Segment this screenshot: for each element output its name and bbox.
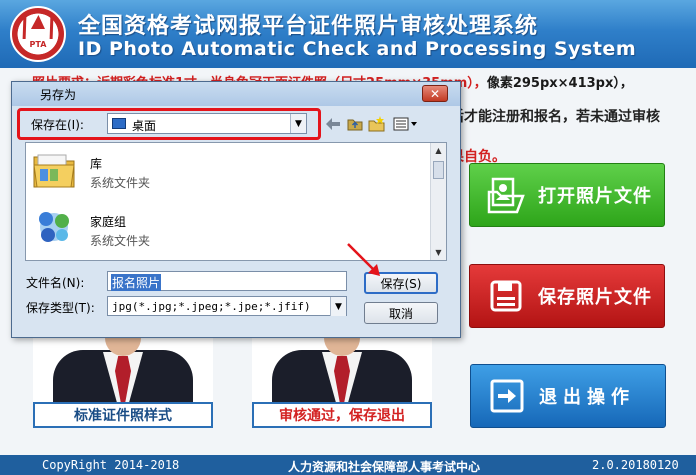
scroll-down-icon[interactable]: ▼ [431, 245, 446, 260]
exit-arrow-icon [487, 376, 527, 416]
passed-photo-caption: 审核通过，保存退出 [252, 402, 432, 428]
save-photo-label: 保存照片文件 [538, 287, 652, 308]
logo-text: PTA [29, 40, 47, 49]
standard-photo-sample [33, 330, 213, 402]
file-type-label: 保存类型(T): [26, 301, 95, 315]
open-photo-button[interactable]: 打开照片文件 [469, 163, 665, 227]
scroll-thumb[interactable] [433, 161, 444, 179]
new-folder-icon[interactable] [368, 115, 386, 133]
version-text: 2.0.20180120 [592, 458, 679, 472]
file-type: 系统文件夹 [90, 176, 151, 190]
save-in-value: 桌面 [132, 119, 157, 133]
chevron-down-icon[interactable]: ▼ [330, 297, 346, 316]
file-name-label: 文件名(N): [26, 276, 85, 290]
file-list-scrollbar[interactable]: ▲ ▼ [430, 143, 446, 260]
scroll-up-icon[interactable]: ▲ [431, 143, 446, 158]
save-disk-icon [486, 276, 526, 316]
pixel-requirement: 像素295px×413px）， [486, 76, 633, 91]
up-folder-icon[interactable] [346, 115, 364, 133]
save-in-dropdown[interactable]: 桌面 ▼ [107, 113, 307, 134]
logo-mark [22, 17, 54, 39]
library-folder-icon [32, 147, 76, 191]
app-title-en: ID Photo Automatic Check and Processing … [78, 38, 637, 60]
dialog-close-button[interactable]: ✕ [422, 85, 448, 102]
dialog-cancel-button[interactable]: 取消 [364, 302, 438, 324]
desktop-icon [112, 118, 126, 129]
app-header: PTA 全国资格考试网报平台证件照片审核处理系统 ID Photo Automa… [0, 0, 696, 68]
save-photo-button[interactable]: 保存照片文件 [469, 264, 665, 328]
status-footer: CopyRight 2014-2018 人力资源和社会保障部人事考试中心 2.0… [0, 455, 696, 475]
copyright-text: CopyRight 2014-2018 [42, 458, 180, 472]
file-type: 系统文件夹 [90, 234, 151, 248]
exit-label: 退出操作 [539, 387, 635, 408]
list-item-library[interactable]: 库 系统文件夹 [32, 147, 412, 195]
file-type-value: jpg(*.jpg;*.jpeg;*.jpe;*.jfif) [112, 300, 311, 313]
notice-text: 后才能注册和报名，若未通过审核 [450, 109, 660, 125]
homegroup-icon [32, 205, 76, 249]
save-as-dialog: 另存为 ✕ 保存在(I): 桌面 ▼ 库 系统文件夹 家庭组 系统文件夹 ▲ ▼… [11, 81, 461, 338]
open-file-icon [486, 175, 526, 215]
file-type-dropdown[interactable]: jpg(*.jpg;*.jpeg;*.jpe;*.jfif) ▼ [107, 296, 347, 316]
save-in-label: 保存在(I): [31, 118, 84, 132]
dialog-titlebar[interactable]: 另存为 ✕ [12, 82, 460, 106]
app-title-cn: 全国资格考试网报平台证件照片审核处理系统 [78, 14, 539, 39]
open-photo-label: 打开照片文件 [538, 186, 652, 207]
standard-photo-caption: 标准证件照样式 [33, 402, 213, 428]
exit-button[interactable]: 退出操作 [470, 364, 666, 428]
file-name-value: 报名照片 [111, 274, 162, 291]
organization-text: 人力资源和社会保障部人事考试中心 [288, 460, 481, 474]
file-name: 家庭组 [90, 215, 127, 229]
pta-logo: PTA [10, 6, 66, 62]
chevron-down-icon[interactable]: ▼ [290, 114, 306, 133]
file-name: 库 [90, 157, 103, 171]
passed-photo-preview [252, 330, 432, 402]
file-name-input[interactable]: 报名照片 [107, 271, 347, 291]
back-arrow-icon[interactable] [324, 115, 342, 133]
dialog-title: 另存为 [40, 88, 77, 102]
red-pointer-arrow [347, 243, 380, 276]
view-menu-icon[interactable] [392, 115, 418, 133]
